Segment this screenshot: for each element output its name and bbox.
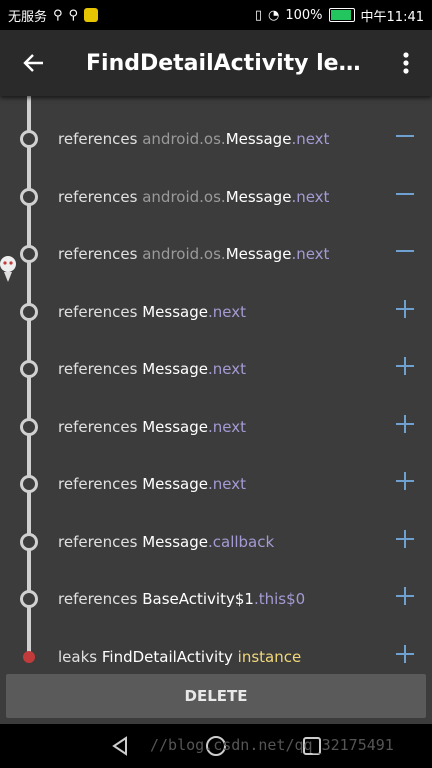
trace-class: BaseActivity$1	[142, 589, 254, 608]
app-toolbar: FindDetailActivity leaked…	[0, 30, 432, 96]
trace-prefix: references	[58, 589, 138, 608]
trace-class: Message	[225, 129, 292, 148]
trace-field: .next	[207, 417, 246, 436]
expand-icon[interactable]	[396, 300, 414, 318]
wifi-icon: ◔	[268, 7, 280, 23]
leak-trace-list[interactable]: references android.os.Message.next refer…	[0, 96, 432, 668]
trace-row[interactable]: references Message.callback	[0, 513, 432, 570]
trace-class: Message	[225, 244, 292, 263]
trace-prefix: references	[58, 244, 138, 263]
trace-row[interactable]: references android.os.Message.next	[0, 225, 432, 282]
trace-package: android.os.	[142, 244, 226, 263]
back-button[interactable]	[0, 30, 66, 96]
collapse-icon[interactable]	[396, 127, 414, 145]
leak-class: FindDetailActivity	[101, 647, 233, 666]
trace-field: .next	[207, 359, 246, 378]
trace-class: Message	[142, 474, 208, 493]
trace-text: references android.os.Message.next	[58, 245, 329, 263]
trace-class: Message	[142, 359, 208, 378]
more-vert-icon	[403, 52, 409, 74]
trace-text: references Message.next	[58, 360, 246, 378]
trace-text: references android.os.Message.next	[58, 130, 329, 148]
floating-mascot-icon[interactable]	[0, 252, 18, 286]
trace-class: Message	[225, 187, 292, 206]
collapse-icon[interactable]	[396, 185, 414, 203]
trace-text: references Message.next	[58, 303, 246, 321]
trace-prefix: references	[58, 474, 138, 493]
trace-node	[20, 245, 38, 263]
trace-row[interactable]: references Message.next	[0, 283, 432, 340]
trace-row[interactable]: references BaseActivity$1.this$0	[0, 570, 432, 627]
trace-node	[20, 303, 38, 321]
trace-node	[20, 533, 38, 551]
expand-icon[interactable]	[396, 587, 414, 605]
expand-icon[interactable]	[396, 415, 414, 433]
trace-class: Message	[142, 417, 208, 436]
trace-prefix: references	[58, 187, 138, 206]
trace-node	[20, 360, 38, 378]
trace-text: references android.os.Message.next	[58, 188, 329, 206]
trace-prefix: references	[58, 359, 138, 378]
trace-node	[20, 130, 38, 148]
trace-prefix: references	[58, 417, 138, 436]
leak-node	[23, 651, 35, 663]
carrier-text: 无服务	[8, 9, 48, 25]
trace-row[interactable]: references android.os.Message.next	[0, 168, 432, 225]
trace-package: android.os.	[142, 129, 226, 148]
trace-package: android.os.	[142, 187, 226, 206]
vibrate-icon: ▯	[254, 7, 263, 23]
trace-row[interactable]: references Message.next	[0, 455, 432, 512]
trace-field: .next	[291, 129, 330, 148]
leak-prefix: leaks	[58, 647, 98, 666]
trace-node	[20, 590, 38, 608]
usb-icon: ⚲	[53, 7, 63, 23]
trace-text: references Message.callback	[58, 533, 274, 551]
trace-text: references Message.next	[58, 418, 246, 436]
trace-prefix: references	[58, 129, 138, 148]
trace-field: .next	[291, 244, 330, 263]
clock: 中午11:41	[360, 9, 424, 25]
app-notification-icon	[84, 8, 99, 22]
trace-field: .next	[207, 474, 246, 493]
delete-area: DELETE	[0, 668, 432, 724]
trace-class: Message	[142, 532, 208, 551]
status-left: 无服务 ⚲ ⚲	[8, 6, 99, 25]
expand-icon[interactable]	[396, 645, 414, 663]
expand-icon[interactable]	[396, 472, 414, 490]
trace-field: .callback	[207, 532, 275, 551]
trace-field: .next	[207, 302, 246, 321]
trace-prefix: references	[58, 302, 138, 321]
trace-node	[20, 475, 38, 493]
trace-field: .next	[291, 187, 330, 206]
trace-text: references BaseActivity$1.this$0	[58, 590, 305, 608]
overflow-menu-button[interactable]	[380, 30, 432, 96]
arrow-left-icon	[23, 54, 43, 72]
nav-back-icon[interactable]	[108, 734, 132, 758]
trace-row[interactable]: references Message.next	[0, 340, 432, 397]
expand-icon[interactable]	[396, 357, 414, 375]
leak-text: leaks FindDetailActivity instance	[58, 648, 301, 666]
leak-suffix: instance	[237, 647, 302, 666]
leak-row[interactable]: leaks FindDetailActivity instance	[0, 628, 432, 668]
status-bar: 无服务 ⚲ ⚲ ▯ ◔ 100% 中午11:41	[0, 0, 432, 30]
trace-node	[20, 188, 38, 206]
collapse-icon[interactable]	[396, 242, 414, 260]
trace-text: references Message.next	[58, 475, 246, 493]
trace-class: Message	[142, 302, 208, 321]
status-right: ▯ ◔ 100% 中午11:41	[255, 6, 424, 25]
delete-button[interactable]: DELETE	[6, 674, 426, 718]
battery-percent: 100%	[285, 7, 323, 23]
watermark-text: //blog.csdn.net/qq_32175491	[150, 736, 394, 754]
page-title: FindDetailActivity leaked…	[86, 50, 380, 76]
trace-node	[20, 418, 38, 436]
trace-field: .this$0	[253, 589, 306, 608]
trace-row[interactable]: references Message.next	[0, 398, 432, 455]
trace-row[interactable]: references android.os.Message.next	[0, 110, 432, 167]
expand-icon[interactable]	[396, 530, 414, 548]
trace-prefix: references	[58, 532, 138, 551]
navigation-bar: //blog.csdn.net/qq_32175491	[0, 724, 432, 768]
battery-icon	[328, 8, 355, 22]
usb-icon-2: ⚲	[68, 7, 79, 23]
